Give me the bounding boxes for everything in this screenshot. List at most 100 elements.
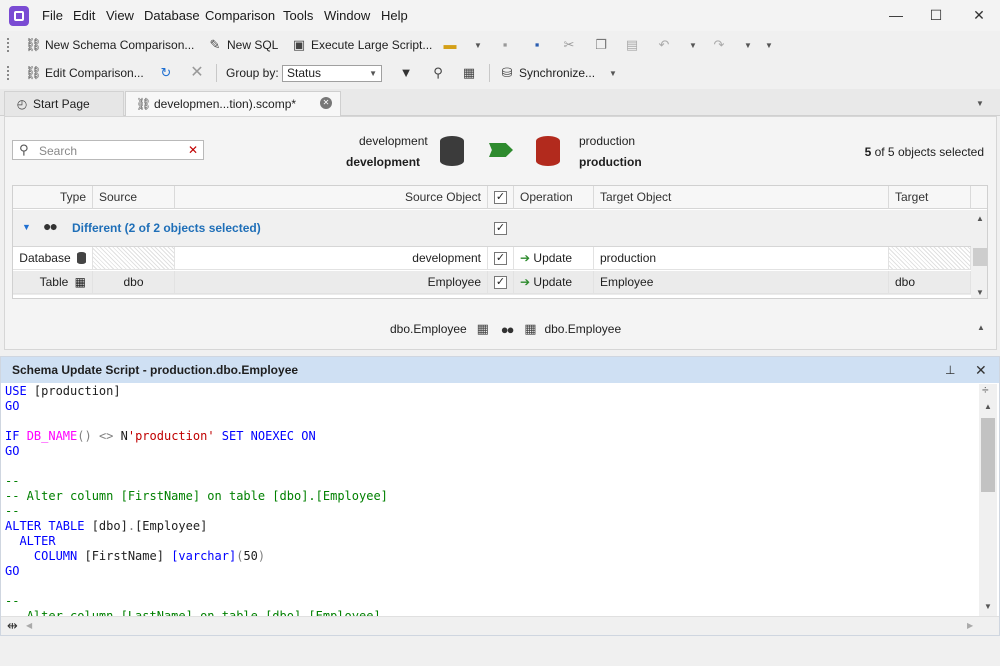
new-sql-button[interactable]: ✎ New SQL [207,35,279,55]
undo-icon[interactable]: ↶ [656,37,672,53]
group-checkbox[interactable]: ✓ [494,222,507,235]
split-horizontal-icon[interactable]: ⇹ [7,618,18,634]
sql-code-editor[interactable]: USE [production] GO IF DB_NAME() <> N'prod… [5,384,975,616]
undo-dropdown-caret-icon[interactable]: ▼ [689,41,697,50]
tabs-menu-chevron-icon[interactable]: ▼ [976,99,984,108]
code-line[interactable]: COLUMN [FirstName] [varchar](50) [5,549,975,564]
code-line[interactable]: -- [5,594,975,609]
code-line[interactable] [5,414,975,429]
execute-script-icon: ▣ [292,37,306,52]
table-row[interactable]: Table ▦ dbo Employee ✓ ➔ Update Employee… [13,271,971,295]
menu-file[interactable]: File [42,8,63,23]
clear-search-icon[interactable]: ✕ [188,143,198,157]
column-header-type[interactable]: Type [13,186,93,209]
code-line[interactable]: -- [5,504,975,519]
code-scroll-thumb[interactable] [981,418,995,492]
copy-icon[interactable]: ❐ [593,37,609,53]
selected-count-number: 5 [864,145,872,159]
redo-icon[interactable]: ↷ [711,37,727,53]
column-header-source-owner[interactable]: Source Owner [93,186,175,227]
redo-dropdown-caret-icon[interactable]: ▼ [744,41,752,50]
expand-details-chevron-icon[interactable]: ▲ [977,323,985,332]
menu-database[interactable]: Database [144,8,200,23]
tab-comparison[interactable]: ⛓ developmen...tion).scomp* ✕ [125,91,341,116]
code-line[interactable]: -- Alter column [LastName] on table [dbo… [5,609,975,616]
row-checkbox[interactable]: ✓ [494,252,507,265]
close-window-button[interactable]: ✕ [969,6,989,24]
group-by-select[interactable]: Status ▼ [282,65,382,82]
code-line[interactable]: ALTER TABLE [dbo].[Employee] [5,519,975,534]
cut-icon[interactable]: ✂ [561,37,577,53]
column-header-target-owner[interactable]: Target Owner [889,186,971,227]
open-dropdown-caret-icon[interactable]: ▼ [474,41,482,50]
column-header-target-object[interactable]: Target Object [594,186,889,209]
menu-view[interactable]: View [106,8,134,23]
source-object-cell: development [175,247,488,270]
toolbar-overflow-caret-icon[interactable]: ▼ [765,41,773,50]
code-line[interactable]: ALTER [5,534,975,549]
code-line[interactable] [5,579,975,594]
table-row[interactable]: Database development ✓ ➔ Update producti… [13,247,971,271]
close-panel-icon[interactable]: ✕ [975,362,987,379]
menu-comparison[interactable]: Comparison [205,8,275,23]
pin-icon[interactable]: ⊥ [945,363,955,377]
scroll-right-icon[interactable]: ▶ [967,621,973,630]
execute-large-script-button[interactable]: ▣ Execute Large Script... [291,35,433,55]
column-header-source-object[interactable]: Source Object [175,186,488,209]
scroll-up-icon[interactable]: ▲ [976,214,984,223]
row-checkbox[interactable]: ✓ [494,276,507,289]
target-object-cell: production [594,247,889,270]
select-all-checkbox[interactable]: ✓ [494,191,507,204]
toolbar-grip-2[interactable] [7,66,10,80]
menu-help[interactable]: Help [381,8,408,23]
menu-window[interactable]: Window [324,8,370,23]
paste-icon[interactable]: ▤ [624,37,640,53]
group-row[interactable]: ▼ ●● Different (2 of 2 objects selected)… [13,210,971,247]
close-tab-icon[interactable]: ✕ [320,97,332,109]
menu-tools[interactable]: Tools [283,8,313,23]
new-schema-comparison-button[interactable]: ⛓ New Schema Comparison... [25,35,194,55]
split-editor-icon[interactable]: ÷ [982,383,989,397]
grid-scroll-thumb[interactable] [973,248,987,266]
tab-start-page[interactable]: ◴ Start Page [4,91,124,116]
collapse-group-icon[interactable]: ▼ [22,222,31,232]
code-line[interactable]: -- Alter column [FirstName] on table [db… [5,489,975,504]
synchronize-button[interactable]: ⛁ Synchronize... ▼ [499,63,617,83]
minimize-button[interactable]: — [886,6,906,24]
row-checkbox-cell[interactable]: ✓ [488,271,514,294]
column-header-filler [971,186,987,209]
open-folder-icon[interactable]: ▬ [442,37,458,53]
edit-comparison-button[interactable]: ⛓ Edit Comparison... [25,63,144,83]
code-line[interactable]: IF DB_NAME() <> N'production' SET NOEXEC… [5,429,975,444]
scroll-left-icon[interactable]: ◀ [26,621,32,630]
save-all-icon[interactable]: ▪ [529,37,545,53]
maximize-button[interactable]: ☐ [926,6,946,24]
start-page-icon: ◴ [16,97,28,111]
code-token: -- Alter column [FirstName] on table [db… [5,489,388,503]
toolbar-grip[interactable] [7,38,10,52]
filter-settings-icon[interactable]: ⚲ [430,65,446,81]
code-vertical-scrollbar[interactable]: ÷ ▲ ▼ [979,383,997,616]
menu-edit[interactable]: Edit [73,8,95,23]
grid-scrollbar[interactable]: ▲ ▼ [971,210,987,298]
scroll-up-icon[interactable]: ▲ [984,402,992,411]
toolbar-separator-2 [489,64,490,82]
code-line[interactable] [5,459,975,474]
code-line[interactable]: GO [5,444,975,459]
code-horizontal-scrollbar[interactable]: ⇹ ◀ ▶ [1,616,999,635]
code-line[interactable]: GO [5,564,975,579]
scroll-down-icon[interactable]: ▼ [976,288,984,297]
code-line[interactable]: GO [5,399,975,414]
save-icon[interactable]: ▪ [497,37,513,53]
code-line[interactable]: USE [production] [5,384,975,399]
cancel-icon[interactable]: ✕ [189,65,205,81]
refresh-icon[interactable]: ↻ [158,65,174,81]
code-line[interactable]: -- [5,474,975,489]
filter-icon[interactable]: ▼ [398,65,414,81]
column-header-checkbox[interactable]: ✓ [488,186,514,209]
row-checkbox-cell[interactable]: ✓ [488,247,514,270]
scroll-down-icon[interactable]: ▼ [984,602,992,611]
report-icon[interactable]: ▦ [461,65,477,81]
column-header-operation[interactable]: Operation [514,186,594,209]
search-input[interactable]: ⚲ Search ✕ [12,140,204,160]
